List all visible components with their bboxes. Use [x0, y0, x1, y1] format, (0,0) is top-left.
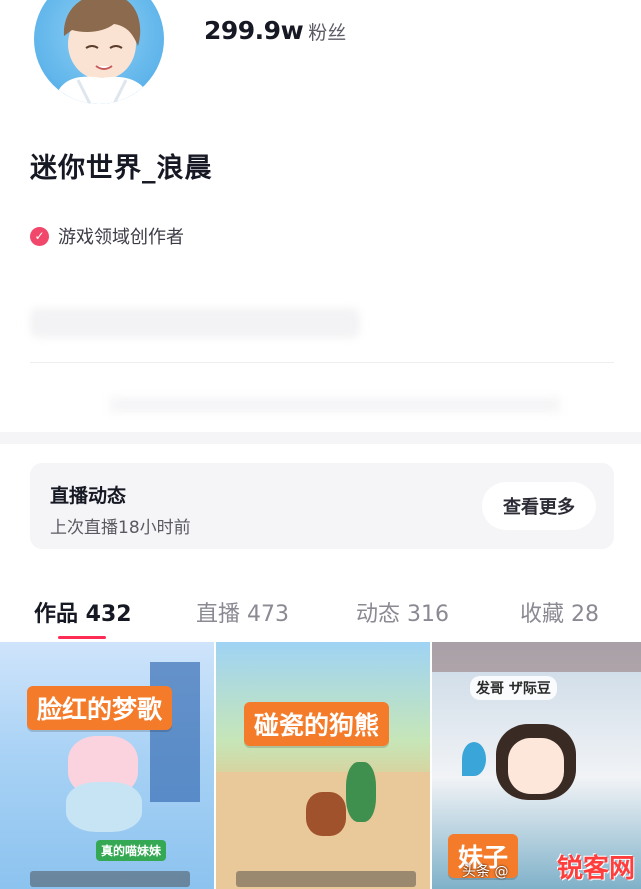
game-toolbar — [236, 871, 416, 887]
username: 迷你世界_浪晨 — [30, 153, 213, 184]
view-more-button[interactable]: 查看更多 — [482, 482, 596, 530]
followers-count: 299.9w — [204, 16, 304, 45]
blurred-info — [110, 398, 560, 412]
video-overlay-label: 发哥 ザ际豆 — [470, 676, 557, 700]
character-parrot — [346, 762, 376, 822]
avatar-illustration — [54, 0, 152, 104]
live-section: 直播动态 上次直播18小时前 查看更多 — [0, 444, 641, 578]
scene-sky — [432, 642, 641, 672]
blurred-bio — [30, 308, 360, 338]
tab-moments[interactable]: 动态 316 — [356, 596, 449, 628]
verified-badge[interactable]: ✓ 游戏领域创作者 — [30, 223, 184, 249]
video-thumbnail[interactable]: 碰瓷的狗熊 — [216, 642, 430, 889]
profile-header: 299.9w 粉丝 迷你世界_浪晨 ✓ 游戏领域创作者 — [0, 0, 641, 432]
tab-live[interactable]: 直播 473 — [196, 596, 289, 628]
video-overlay-label: 真的喵妹妹 — [96, 840, 167, 861]
character-face — [508, 738, 564, 794]
character-bear — [306, 792, 346, 836]
location-pin-icon — [462, 742, 486, 776]
watermark-logo: 锐客网 — [556, 854, 635, 884]
game-toolbar — [30, 871, 190, 887]
content-tabs: 作品 432 直播 473 动态 316 收藏 28 — [0, 578, 641, 642]
video-thumbnail[interactable]: 脸红的梦歌 真的喵妹妹 — [0, 642, 214, 889]
divider — [30, 362, 614, 363]
tab-active-indicator — [58, 636, 106, 639]
tab-works[interactable]: 作品 432 — [34, 596, 132, 628]
watermark-small: 头条 @ — [462, 864, 509, 880]
section-gap — [0, 432, 641, 444]
character-dress — [66, 782, 142, 832]
verified-check-icon: ✓ — [30, 226, 49, 246]
video-caption: 脸红的梦歌 — [27, 686, 173, 730]
followers-label: 粉丝 — [308, 22, 347, 44]
video-thumbnail[interactable]: 发哥 ザ际豆 妹子 头条 @ 锐客网 — [432, 642, 641, 889]
live-card[interactable]: 直播动态 上次直播18小时前 查看更多 — [30, 463, 614, 549]
followers-stat[interactable]: 299.9w 粉丝 — [204, 16, 346, 45]
avatar[interactable] — [30, 0, 168, 108]
video-grid: 脸红的梦歌 真的喵妹妹 碰瓷的狗熊 发哥 ザ际豆 妹子 头条 @ 锐客网 — [0, 642, 641, 889]
live-subtitle: 上次直播18小时前 — [50, 518, 191, 538]
verified-label: 游戏领域创作者 — [58, 227, 184, 248]
tab-favorites[interactable]: 收藏 28 — [520, 596, 599, 628]
live-title: 直播动态 — [50, 485, 127, 507]
video-caption: 碰瓷的狗熊 — [244, 702, 390, 746]
scene-block — [150, 662, 200, 802]
